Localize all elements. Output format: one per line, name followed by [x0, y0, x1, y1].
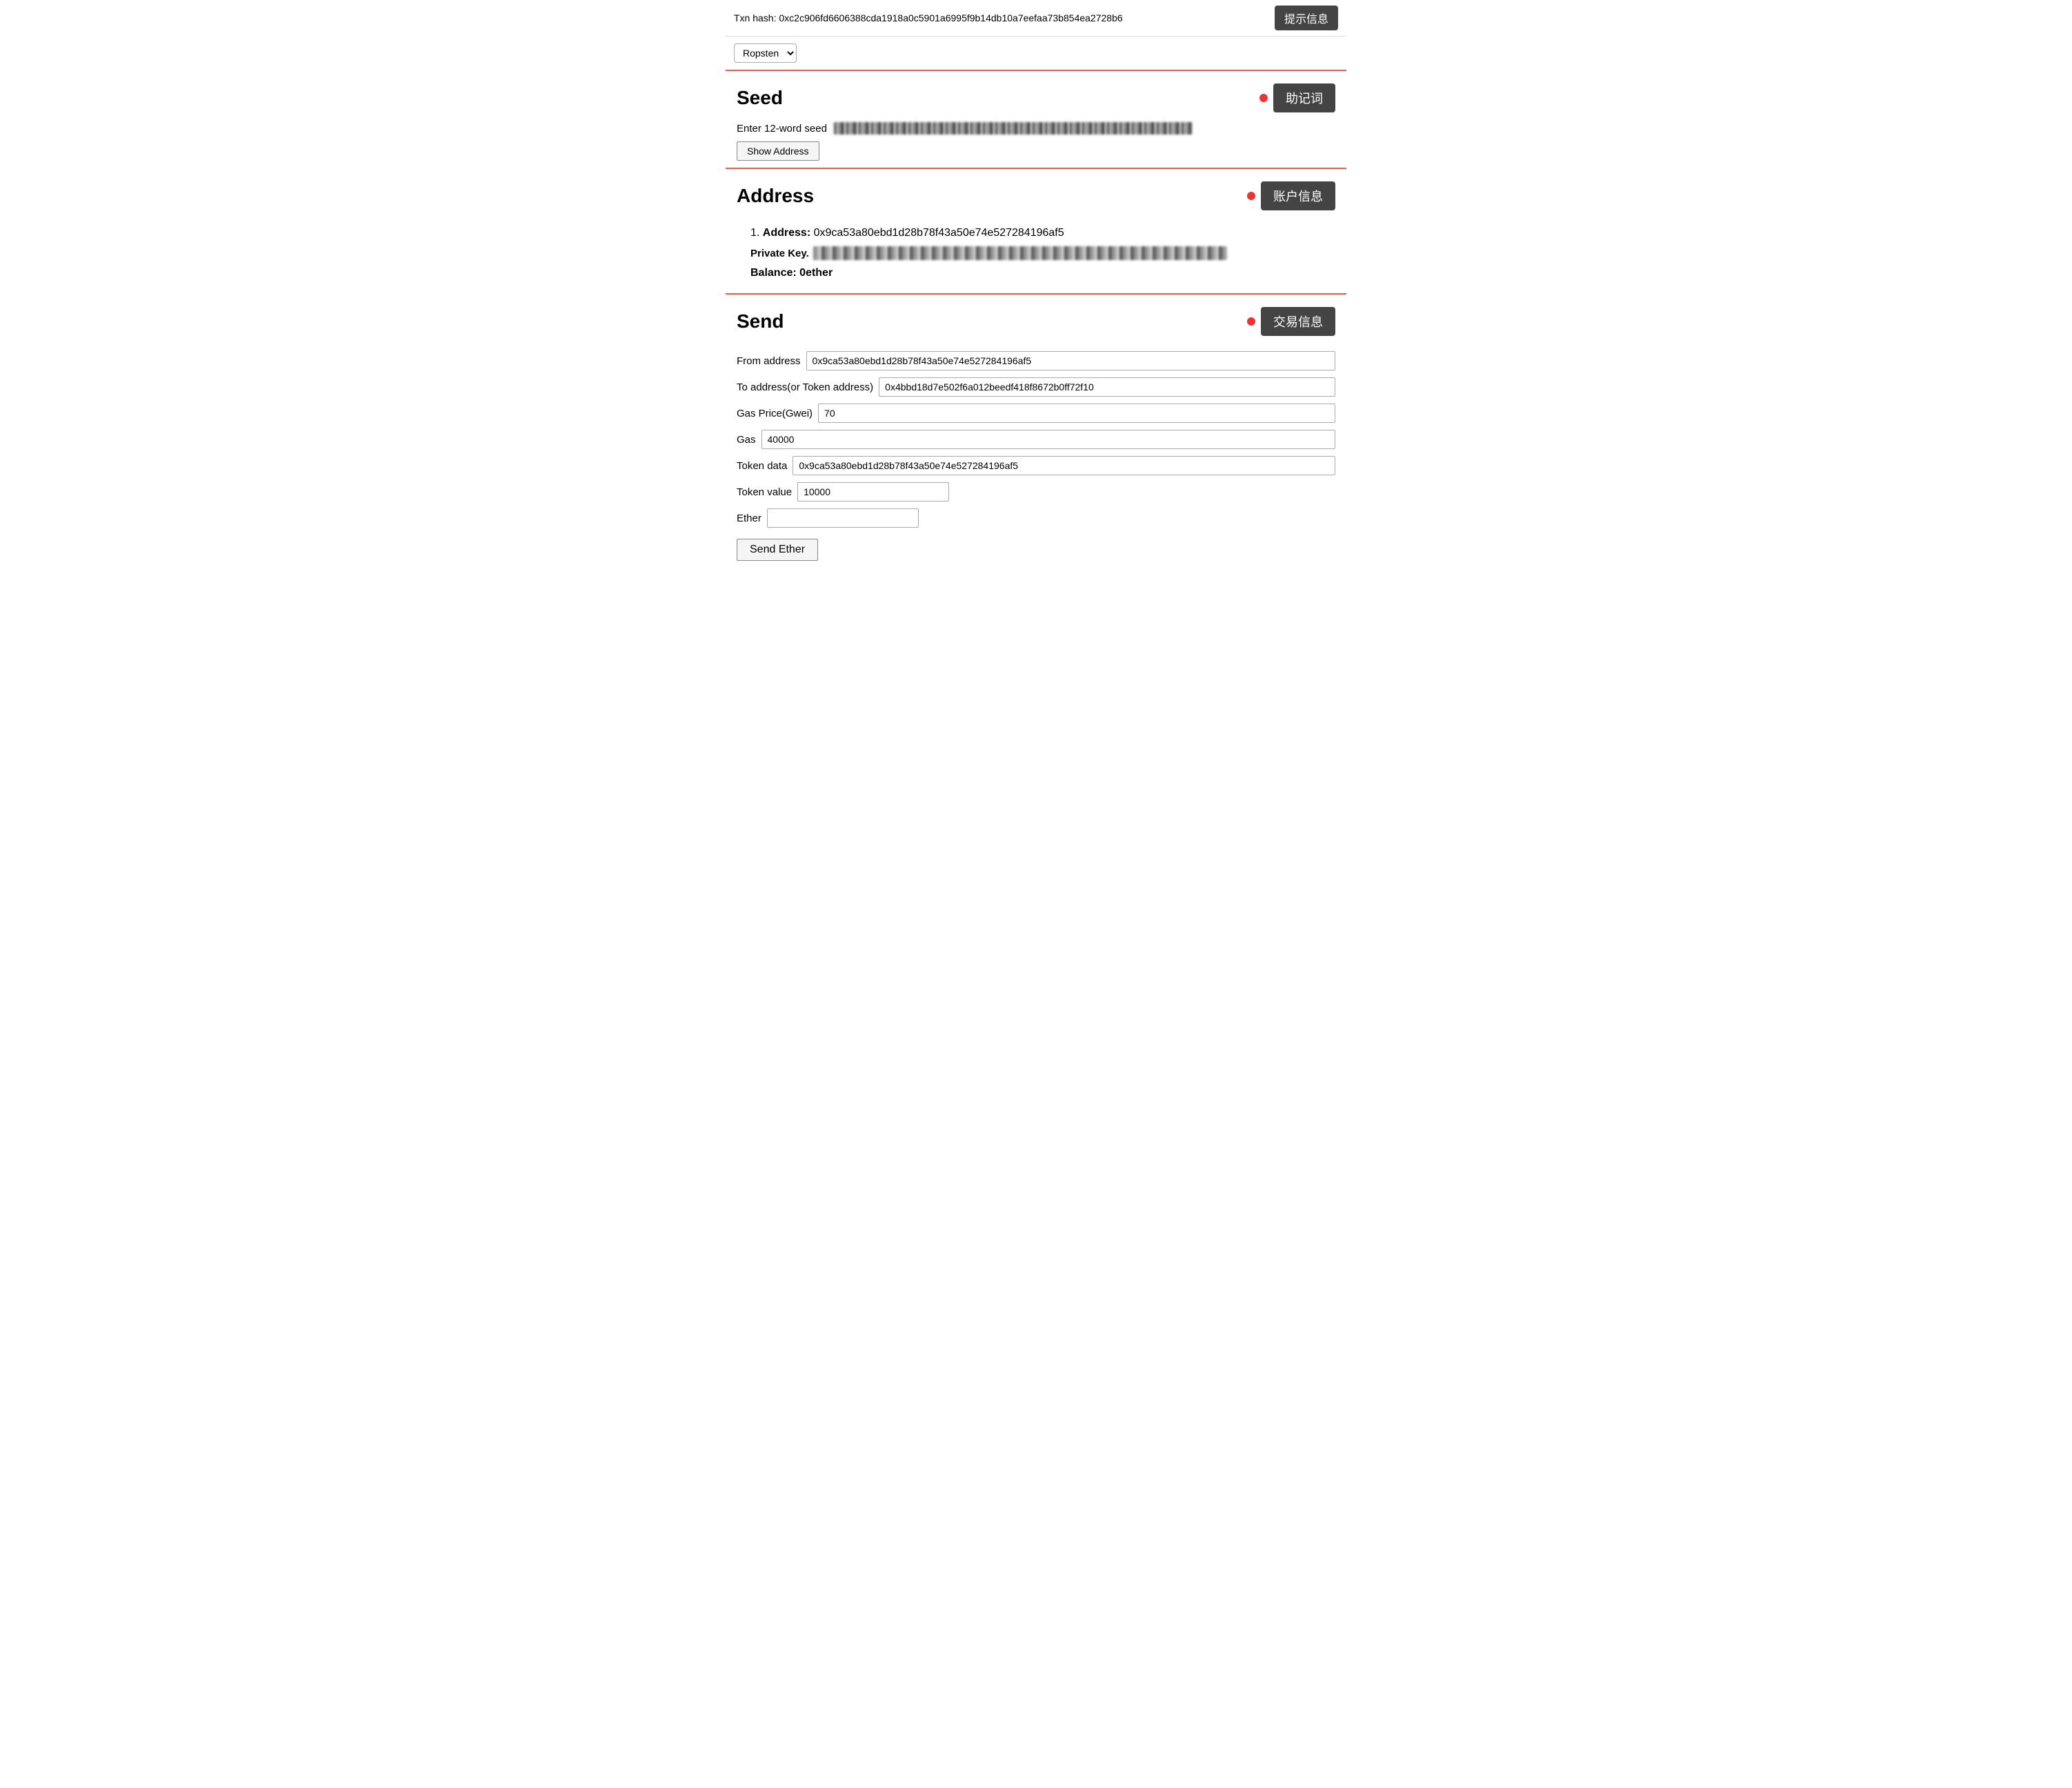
balance-value: 0ether	[799, 267, 833, 279]
ether-row: Ether	[737, 508, 1335, 528]
show-address-button[interactable]: Show Address	[737, 141, 819, 161]
seed-blurred	[834, 122, 1193, 135]
gas-input[interactable]	[761, 430, 1335, 449]
address-badge: 账户信息	[1261, 181, 1335, 210]
address-red-dot	[1247, 192, 1255, 200]
send-title: Send	[737, 310, 784, 332]
token-data-label: Token data	[737, 460, 787, 472]
address-field-label: Address:	[763, 227, 810, 239]
txn-tooltip-badge: 提示信息	[1275, 6, 1338, 30]
send-badge-area: 交易信息	[1247, 307, 1335, 336]
seed-input-label: Enter 12-word seed	[737, 123, 827, 135]
address-number: 1.	[750, 227, 759, 239]
send-red-dot	[1247, 317, 1255, 326]
balance-line: Balance: 0ether	[750, 267, 1335, 279]
address-section: Address 账户信息 1. Address: 0x9ca53a80ebd1d…	[726, 169, 1346, 295]
address-title: Address	[737, 185, 814, 207]
from-address-input[interactable]	[806, 351, 1335, 370]
send-section: Send 交易信息 From address To address(or Tok…	[726, 295, 1346, 573]
gas-row: Gas	[737, 430, 1335, 449]
to-address-row: To address(or Token address)	[737, 377, 1335, 397]
seed-red-dot	[1259, 94, 1268, 102]
token-value-input[interactable]	[797, 482, 949, 501]
seed-section: Seed 助记词 Enter 12-word seed Show Address	[726, 71, 1346, 169]
ether-label: Ether	[737, 513, 761, 524]
to-address-input[interactable]	[879, 377, 1335, 397]
seed-title: Seed	[737, 87, 783, 109]
txn-hash: Txn hash: 0xc2c906fd6606388cda1918a0c590…	[734, 12, 1266, 23]
from-address-label: From address	[737, 355, 801, 367]
address-entry: 1. Address: 0x9ca53a80ebd1d28b78f43a50e7…	[737, 220, 1335, 286]
address-badge-area: 账户信息	[1247, 181, 1335, 210]
to-address-label: To address(or Token address)	[737, 381, 873, 393]
send-form: From address To address(or Token address…	[737, 346, 1335, 566]
seed-badge: 助记词	[1273, 83, 1335, 112]
txn-hash-value: 0xc2c906fd6606388cda1918a0c5901a6995f9b1…	[779, 12, 1122, 23]
token-data-input[interactable]	[793, 456, 1335, 475]
txn-hash-label: Txn hash:	[734, 12, 776, 23]
private-key-line: Private Key.	[750, 246, 1335, 260]
gas-label: Gas	[737, 434, 756, 446]
private-key-label: Private Key.	[750, 248, 809, 259]
network-select[interactable]: Ropsten Mainnet Kovan Rinkeby	[734, 43, 797, 63]
gas-price-label: Gas Price(Gwei)	[737, 408, 813, 419]
txn-bar: Txn hash: 0xc2c906fd6606388cda1918a0c590…	[726, 0, 1346, 37]
address-field-value: 0x9ca53a80ebd1d28b78f43a50e74e527284196a…	[814, 227, 1064, 239]
send-button-row: Send Ether	[737, 535, 1335, 561]
token-value-row: Token value	[737, 482, 1335, 501]
balance-label: Balance:	[750, 267, 797, 279]
seed-row: Enter 12-word seed	[737, 122, 1335, 135]
send-ether-button[interactable]: Send Ether	[737, 539, 818, 561]
token-value-label: Token value	[737, 486, 792, 498]
from-address-row: From address	[737, 351, 1335, 370]
private-key-blurred	[813, 246, 1227, 260]
token-data-row: Token data	[737, 456, 1335, 475]
network-bar: Ropsten Mainnet Kovan Rinkeby	[726, 37, 1346, 71]
seed-badge-area: 助记词	[1259, 83, 1335, 112]
ether-input[interactable]	[767, 508, 919, 528]
gas-price-row: Gas Price(Gwei)	[737, 404, 1335, 423]
send-badge: 交易信息	[1261, 307, 1335, 336]
gas-price-input[interactable]	[818, 404, 1335, 423]
address-line: 1. Address: 0x9ca53a80ebd1d28b78f43a50e7…	[750, 227, 1335, 239]
